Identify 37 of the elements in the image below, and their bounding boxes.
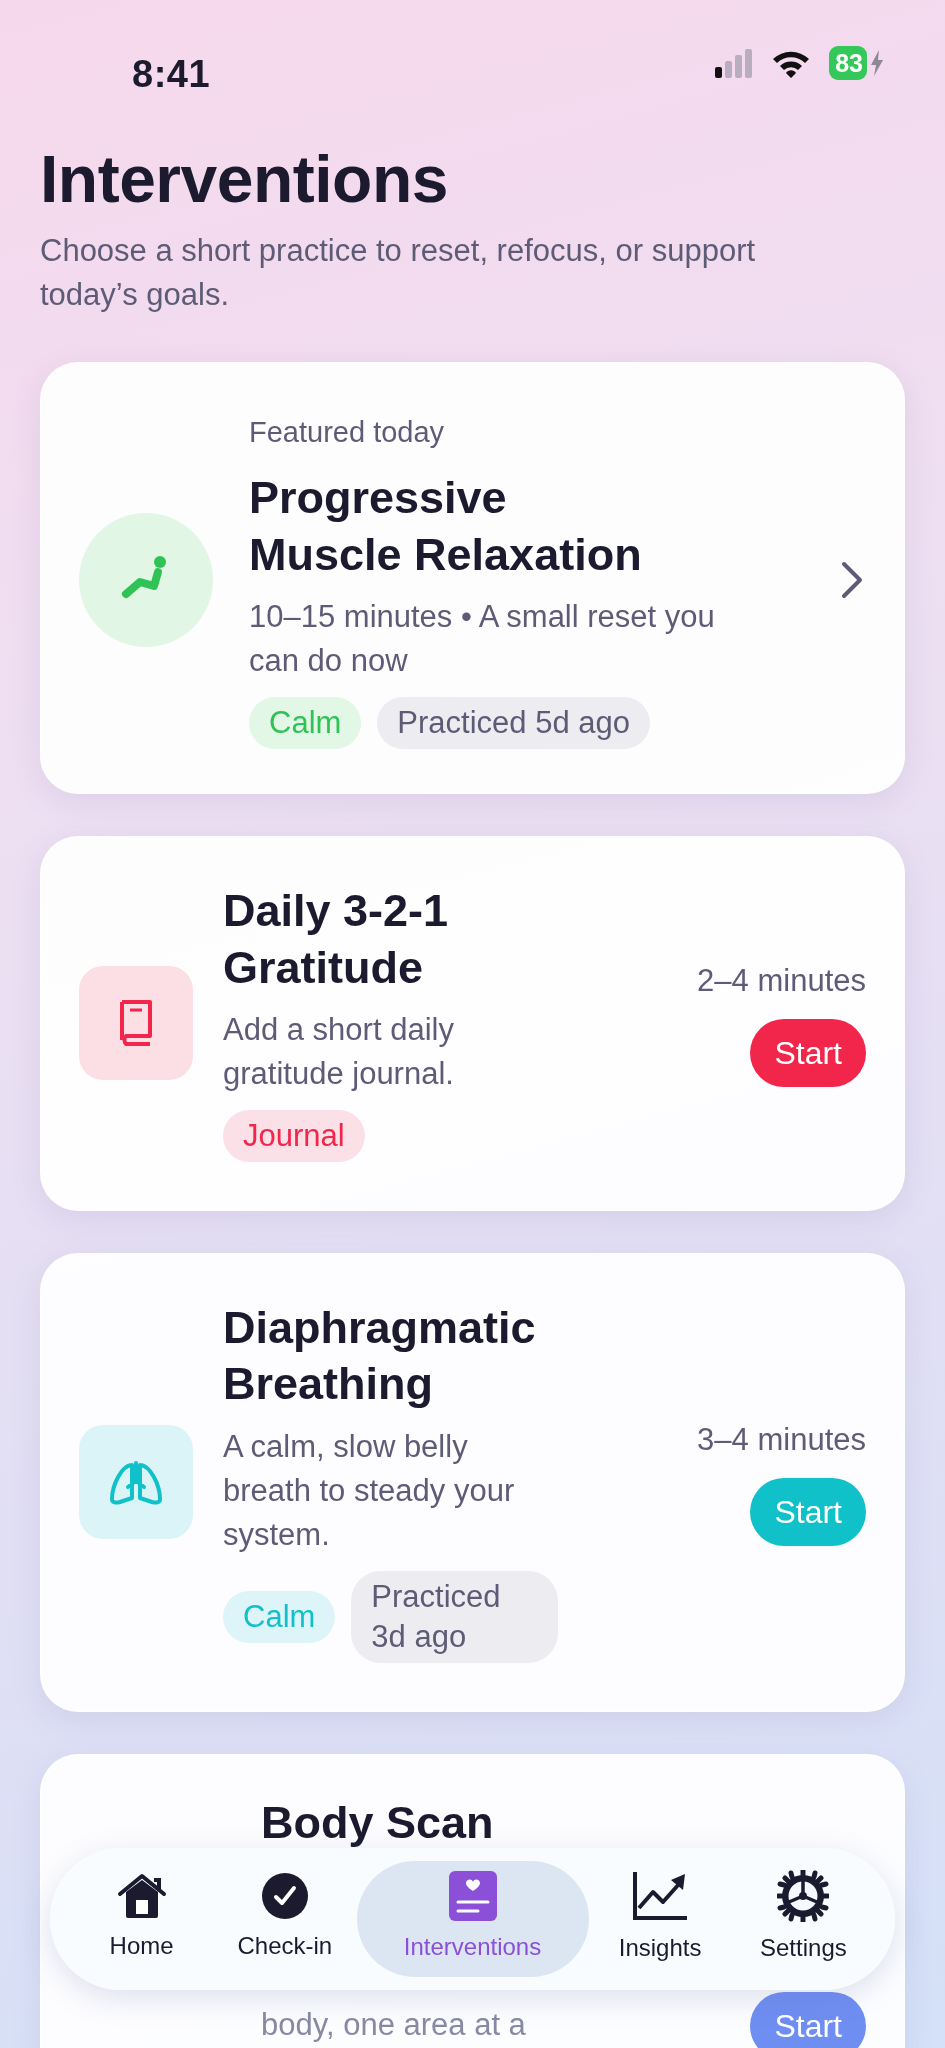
category-chip: Journal	[223, 1109, 365, 1163]
battery-level: 83	[829, 46, 867, 80]
history-chip: Practiced 3d ago	[351, 1570, 558, 1664]
card-description: 10–15 minutes • A small reset you can do now	[249, 597, 716, 680]
tab-button[interactable]: Interventions	[356, 1861, 589, 1977]
featured-label: Featured today	[249, 414, 446, 450]
chevron-right-icon	[840, 560, 864, 601]
tab-button[interactable]: Check-in	[213, 1862, 357, 1976]
duration-label: 3–4 minutes	[697, 1421, 866, 1460]
featured-card[interactable]: Featured today Progressive Muscle Relaxation 10–15 minutes • A small reset you can do now Calm Practiced 5d ago	[40, 361, 905, 795]
checkmark-icon	[260, 1872, 309, 1920]
card-description: A calm, slow belly breath to steady your system.	[223, 1427, 516, 1554]
card-title: Body Scan	[261, 1796, 495, 1851]
card-title: Diaphragmatic Breathing	[223, 1301, 537, 1412]
charging-icon	[871, 50, 883, 76]
page-subtitle: Choose a short practice to reset, refocus, or support today’s goals.	[40, 232, 757, 314]
card-title: Daily 3-2-1 Gratitude	[223, 884, 450, 995]
category-chip: Calm	[223, 1590, 336, 1644]
trend-chart-icon	[631, 1870, 690, 1922]
category-chip: Calm	[249, 697, 362, 750]
home-icon	[115, 1872, 168, 1920]
card-title: Progressive Muscle Relaxation	[249, 471, 643, 582]
intervention-card[interactable]: Daily 3-2-1 Gratitude Add a short daily gratitude journal. Journal 2–4 minutes Start	[40, 836, 905, 1212]
tab-button[interactable]: Insights	[588, 1860, 732, 1978]
signal-icon	[715, 48, 754, 78]
intervention-card[interactable]: Diaphragmatic Breathing A calm, slow belly breath to steady your system. Calm Practiced 3d ago 3–4 minutes Start	[40, 1253, 905, 1713]
start-button[interactable]: Start	[750, 1018, 866, 1087]
card-description: Add a short daily gratitude journal.	[223, 1010, 455, 1093]
history-chip: Practiced 5d ago	[377, 697, 650, 750]
status-time: 8:41	[132, 52, 211, 97]
tab-button[interactable]: Settings	[731, 1860, 875, 1978]
card-description: body, one area at a	[261, 2006, 526, 2045]
heart-card-icon	[448, 1871, 497, 1921]
page-title: Interventions	[40, 141, 449, 218]
duration-label: 2–4 minutes	[697, 962, 866, 1001]
settings-icon	[777, 1870, 830, 1922]
tab-button[interactable]: Home	[70, 1862, 214, 1976]
